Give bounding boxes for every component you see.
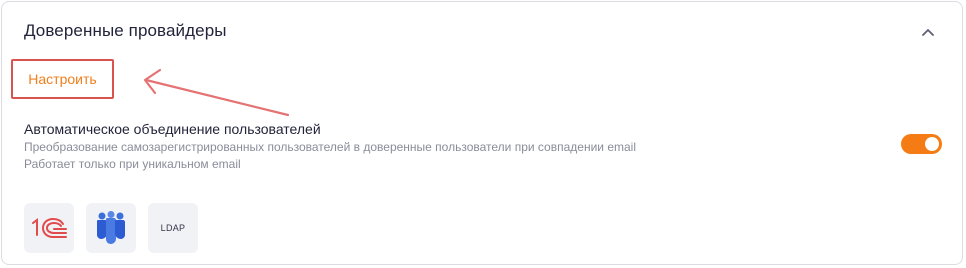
collapse-button[interactable]: [916, 20, 940, 44]
panel-title: Доверенные провайдеры: [24, 21, 227, 40]
auto-merge-title: Автоматическое объединение пользователей: [24, 121, 321, 137]
ldap-icon: LDAP: [160, 223, 186, 233]
provider-people[interactable]: [86, 203, 136, 253]
configure-button[interactable]: Настроить: [11, 59, 114, 99]
provider-1c[interactable]: [24, 203, 74, 253]
toggle-knob: [925, 137, 939, 151]
chevron-up-icon: [922, 28, 934, 36]
auto-merge-toggle[interactable]: [901, 134, 942, 154]
1c-logo-icon: [32, 217, 67, 238]
provider-ldap[interactable]: LDAP: [148, 203, 198, 253]
auto-merge-note: Работает только при уникальном email: [24, 157, 241, 171]
configure-button-label: Настроить: [28, 71, 97, 87]
auto-merge-description: Преобразование самозарегистрированных по…: [24, 140, 636, 154]
people-logo-icon: [97, 211, 125, 244]
